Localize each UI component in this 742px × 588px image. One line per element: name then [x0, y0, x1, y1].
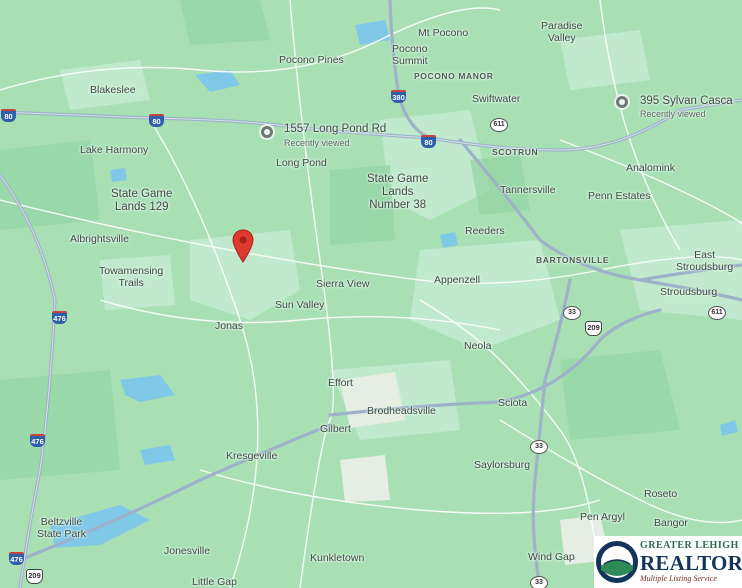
place-label: Saylorsburg: [474, 459, 531, 471]
place-label: Brodheadsville: [367, 405, 436, 417]
place-label: Towamensing Trails: [99, 265, 164, 289]
place-label: Jonesville: [164, 545, 211, 557]
realtors-seal-icon: [596, 541, 638, 583]
interstate-shield-icon: 476: [52, 311, 67, 324]
place-label: Gilbert: [320, 423, 351, 435]
state-route-shield-icon: 611: [490, 118, 508, 132]
place-label: Sun Valley: [275, 299, 325, 311]
place-label: Analomink: [626, 162, 676, 174]
saved-place-subtitle: Recently viewed: [640, 109, 706, 119]
place-label: Pocono Summit: [392, 43, 428, 67]
state-route-shield-icon: 33: [530, 576, 548, 588]
place-label: Beltzville State Park: [37, 516, 87, 540]
place-label: Lake Harmony: [80, 144, 149, 156]
interstate-shield-icon: 476: [9, 552, 24, 565]
place-label: Albrightsville: [70, 233, 129, 245]
logo-line-1: GREATER LEHIGH VALLEY: [640, 540, 742, 551]
place-label: Effort: [328, 377, 353, 389]
place-label: Sierra View: [316, 278, 370, 290]
place-label: Pen Argyl: [580, 511, 625, 523]
place-label: East Stroudsburg: [676, 249, 734, 273]
place-label: Paradise Valley: [541, 20, 583, 44]
saved-place-subtitle: Recently viewed: [284, 138, 350, 148]
interstate-shield-icon: 80: [1, 109, 16, 122]
place-label: Wind Gap: [528, 551, 575, 563]
place-label: Stroudsburg: [660, 286, 718, 298]
place-label: Sciota: [498, 397, 528, 409]
place-label: POCONO MANOR: [414, 71, 494, 81]
place-label: Appenzell: [434, 274, 481, 286]
saved-place-title[interactable]: 1557 Long Pond Rd: [284, 123, 386, 136]
place-label: Penn Estates: [588, 190, 651, 202]
state-route-shield-icon: 33: [563, 306, 581, 320]
interstate-shield-icon: 476: [30, 434, 45, 447]
place-label: Long Pond: [276, 157, 327, 169]
place-label: Little Gap: [192, 576, 237, 588]
place-label: Jonas: [215, 320, 244, 332]
place-pin-icon[interactable]: [614, 94, 630, 110]
saved-place-title[interactable]: 395 Sylvan Casca: [640, 95, 733, 108]
us-route-shield-icon: 209: [585, 321, 602, 336]
interstate-shield-icon: 380: [391, 90, 406, 103]
place-label: Mt Pocono: [418, 27, 469, 39]
state-route-shield-icon: 611: [708, 306, 726, 320]
place-label: Bangor: [654, 517, 688, 529]
place-label: SCOTRUN: [492, 147, 539, 157]
place-label: BARTONSVILLE: [536, 255, 610, 265]
place-label: State Game Lands 129: [111, 188, 173, 213]
place-label: Roseto: [644, 488, 678, 500]
place-label: Kresgeville: [226, 450, 278, 462]
realtors-logo: GREATER LEHIGH VALLEY REALTORS Multiple …: [594, 536, 742, 588]
logo-line-2: REALTORS: [640, 551, 742, 575]
map-canvas[interactable]: 1557 Long Pond Rd Recently viewed 395 Sy…: [0, 0, 742, 588]
place-label: Blakeslee: [90, 84, 136, 96]
us-route-shield-icon: 209: [26, 569, 43, 584]
place-pin-icon[interactable]: [259, 124, 275, 140]
place-label: State Game Lands Number 38: [367, 173, 429, 211]
state-route-shield-icon: 33: [530, 440, 548, 454]
place-label: Reeders: [465, 225, 505, 237]
place-label: Kunkletown: [310, 552, 365, 564]
interstate-shield-icon: 80: [149, 114, 164, 127]
place-label: Neola: [464, 340, 492, 352]
red-location-marker-icon[interactable]: [232, 229, 254, 268]
place-label: Swiftwater: [472, 93, 521, 105]
place-label: Tannersville: [500, 184, 556, 196]
logo-line-3: Multiple Listing Service: [640, 574, 717, 583]
interstate-shield-icon: 80: [421, 135, 436, 148]
place-label: Pocono Pines: [279, 54, 344, 66]
